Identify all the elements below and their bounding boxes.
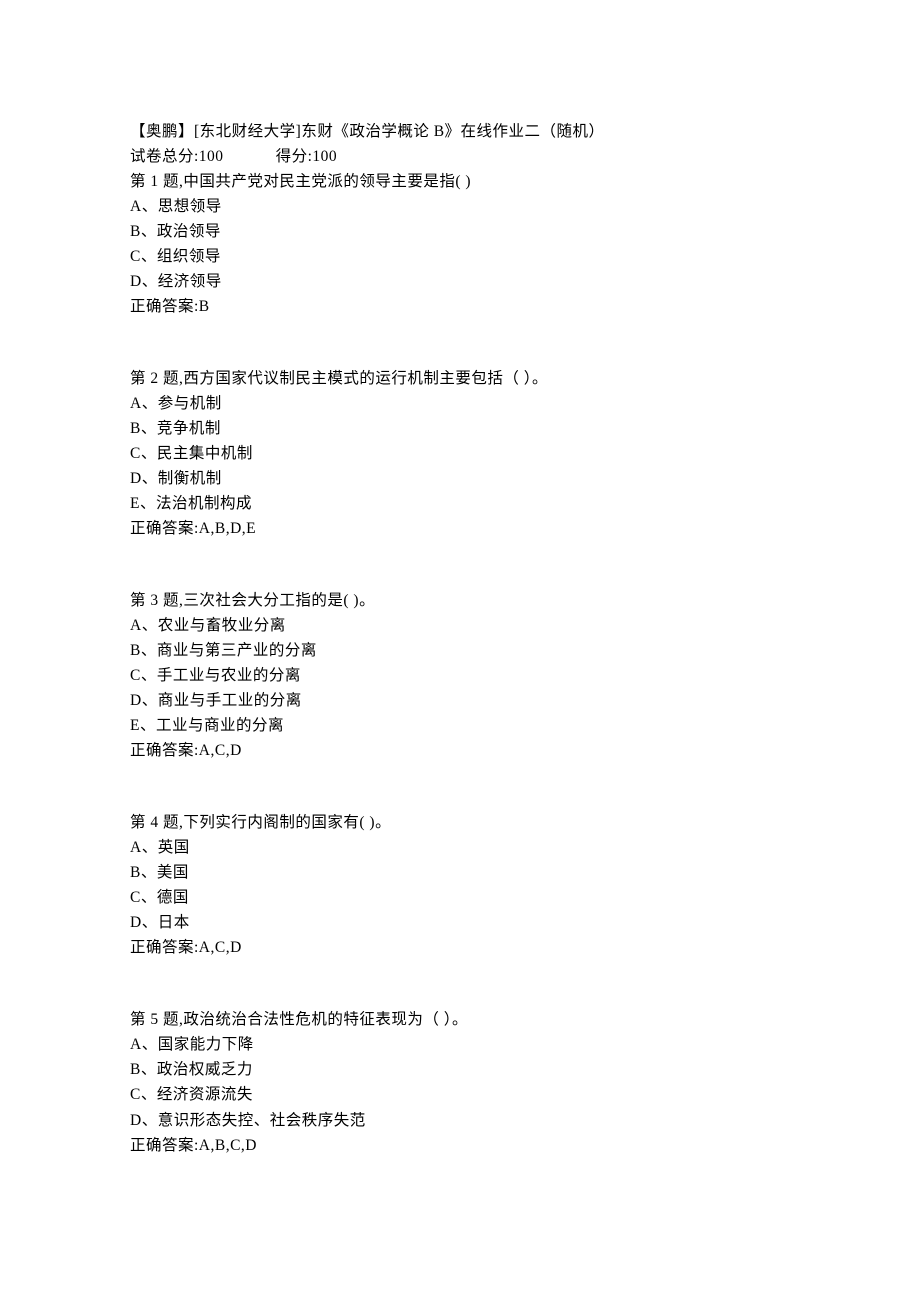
question-option: A、农业与畜牧业分离 bbox=[130, 614, 790, 638]
question-option: C、手工业与农业的分离 bbox=[130, 664, 790, 688]
question-option: B、政治领导 bbox=[130, 220, 790, 244]
question-option: C、组织领导 bbox=[130, 245, 790, 269]
question-block: 第 4 题,下列实行内阁制的国家有( )。 A、英国 B、美国 C、德国 D、日… bbox=[130, 811, 790, 960]
question-prompt: 第 3 题,三次社会大分工指的是( )。 bbox=[130, 589, 790, 613]
question-option: D、意识形态失控、社会秩序失范 bbox=[130, 1109, 790, 1133]
question-prompt: 第 2 题,西方国家代议制民主模式的运行机制主要包括（ ）。 bbox=[130, 367, 790, 391]
got-score-label: 得分:100 bbox=[276, 148, 338, 165]
question-option: A、英国 bbox=[130, 836, 790, 860]
question-prompt: 第 5 题,政治统治合法性危机的特征表现为（ ）。 bbox=[130, 1008, 790, 1032]
question-prompt: 第 4 题,下列实行内阁制的国家有( )。 bbox=[130, 811, 790, 835]
total-score-label: 试卷总分:100 bbox=[130, 148, 224, 165]
question-block: 第 2 题,西方国家代议制民主模式的运行机制主要包括（ ）。 A、参与机制 B、… bbox=[130, 367, 790, 541]
exam-title: 【奥鹏】[东北财经大学]东财《政治学概论 B》在线作业二（随机） bbox=[130, 120, 790, 144]
question-option: D、制衡机制 bbox=[130, 467, 790, 491]
question-option: A、参与机制 bbox=[130, 392, 790, 416]
question-option: E、法治机制构成 bbox=[130, 492, 790, 516]
question-block: 第 5 题,政治统治合法性危机的特征表现为（ ）。 A、国家能力下降 B、政治权… bbox=[130, 1008, 790, 1157]
correct-answer: 正确答案:B bbox=[130, 295, 790, 319]
question-option: D、商业与手工业的分离 bbox=[130, 689, 790, 713]
question-block: 第 3 题,三次社会大分工指的是( )。 A、农业与畜牧业分离 B、商业与第三产… bbox=[130, 589, 790, 763]
question-option: C、经济资源流失 bbox=[130, 1083, 790, 1107]
question-option: B、美国 bbox=[130, 861, 790, 885]
question-option: B、商业与第三产业的分离 bbox=[130, 639, 790, 663]
score-line: 试卷总分:100 得分:100 bbox=[130, 145, 790, 169]
question-option: C、民主集中机制 bbox=[130, 442, 790, 466]
question-block: 第 1 题,中国共产党对民主党派的领导主要是指( ) A、思想领导 B、政治领导… bbox=[130, 170, 790, 319]
question-option: C、德国 bbox=[130, 886, 790, 910]
question-option: E、工业与商业的分离 bbox=[130, 714, 790, 738]
question-option: A、国家能力下降 bbox=[130, 1033, 790, 1057]
correct-answer: 正确答案:A,B,C,D bbox=[130, 1134, 790, 1158]
question-option: B、竞争机制 bbox=[130, 417, 790, 441]
correct-answer: 正确答案:A,C,D bbox=[130, 936, 790, 960]
question-prompt: 第 1 题,中国共产党对民主党派的领导主要是指( ) bbox=[130, 170, 790, 194]
question-option: D、日本 bbox=[130, 911, 790, 935]
question-option: D、经济领导 bbox=[130, 270, 790, 294]
correct-answer: 正确答案:A,C,D bbox=[130, 739, 790, 763]
correct-answer: 正确答案:A,B,D,E bbox=[130, 517, 790, 541]
question-option: B、政治权威乏力 bbox=[130, 1058, 790, 1082]
question-option: A、思想领导 bbox=[130, 195, 790, 219]
